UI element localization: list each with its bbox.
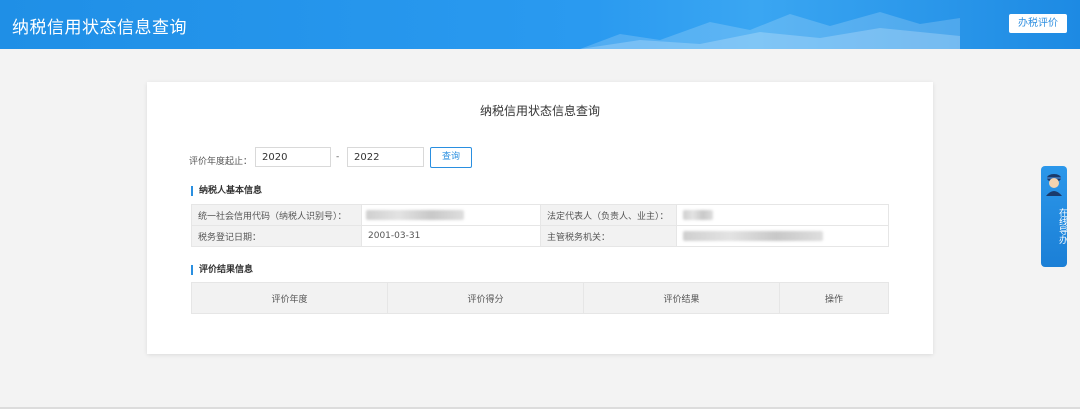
legal-rep-label: 法定代表人（负责人、业主）： xyxy=(540,204,677,226)
online-guide-label: 在线导办 xyxy=(1057,208,1067,244)
online-guide-button[interactable]: 在线导办 xyxy=(1041,166,1067,267)
customer-service-avatar-icon xyxy=(1046,174,1062,196)
reg-date-value: 2001-03-31 xyxy=(361,225,541,247)
redacted-legal-rep xyxy=(683,209,713,220)
col-actions: 操作 xyxy=(779,282,889,314)
year-range-label: 评价年度起止： xyxy=(189,157,253,167)
tax-evaluation-button[interactable]: 办税评价 xyxy=(1009,14,1067,33)
basic-info-section-title: 纳税人基本信息 xyxy=(191,186,262,196)
col-eval-score: 评价得分 xyxy=(387,282,584,314)
app-header: 纳税信用状态信息查询 办税评价 xyxy=(0,0,1080,49)
result-table-header: 评价年度 评价得分 评价结果 操作 xyxy=(191,282,889,314)
credit-code-value xyxy=(361,204,541,226)
query-button[interactable]: 查询 xyxy=(430,147,472,168)
year-from-input[interactable] xyxy=(255,147,331,167)
table-row: 税务登记日期： 2001-03-31 主管税务机关： xyxy=(191,225,889,247)
card-title: 纳税信用状态信息查询 xyxy=(479,104,600,118)
table-row: 统一社会信用代码（纳税人识别号）： 法定代表人（负责人、业主）： xyxy=(191,204,889,226)
tax-office-value xyxy=(676,225,889,247)
year-range-separator: - xyxy=(336,152,340,162)
page-title: 纳税信用状态信息查询 xyxy=(12,18,187,38)
redacted-credit-code xyxy=(366,209,464,220)
query-card: 纳税信用状态信息查询 评价年度起止： - 查询 纳税人基本信息 统一社会信用代码… xyxy=(147,82,933,354)
result-section-title: 评价结果信息 xyxy=(191,265,253,275)
col-eval-result: 评价结果 xyxy=(583,282,780,314)
redacted-tax-office xyxy=(683,230,823,241)
header-mountain-decoration xyxy=(580,12,960,49)
credit-code-label: 统一社会信用代码（纳税人识别号）： xyxy=(191,204,362,226)
tax-office-label: 主管税务机关： xyxy=(540,225,677,247)
result-table: 评价年度 评价得分 评价结果 操作 xyxy=(191,282,889,314)
legal-rep-value xyxy=(676,204,889,226)
reg-date-label: 税务登记日期： xyxy=(191,225,362,247)
col-eval-year: 评价年度 xyxy=(191,282,388,314)
year-to-input[interactable] xyxy=(347,147,424,167)
basic-info-table: 统一社会信用代码（纳税人识别号）： 法定代表人（负责人、业主）： 税务登记日期：… xyxy=(191,204,889,247)
